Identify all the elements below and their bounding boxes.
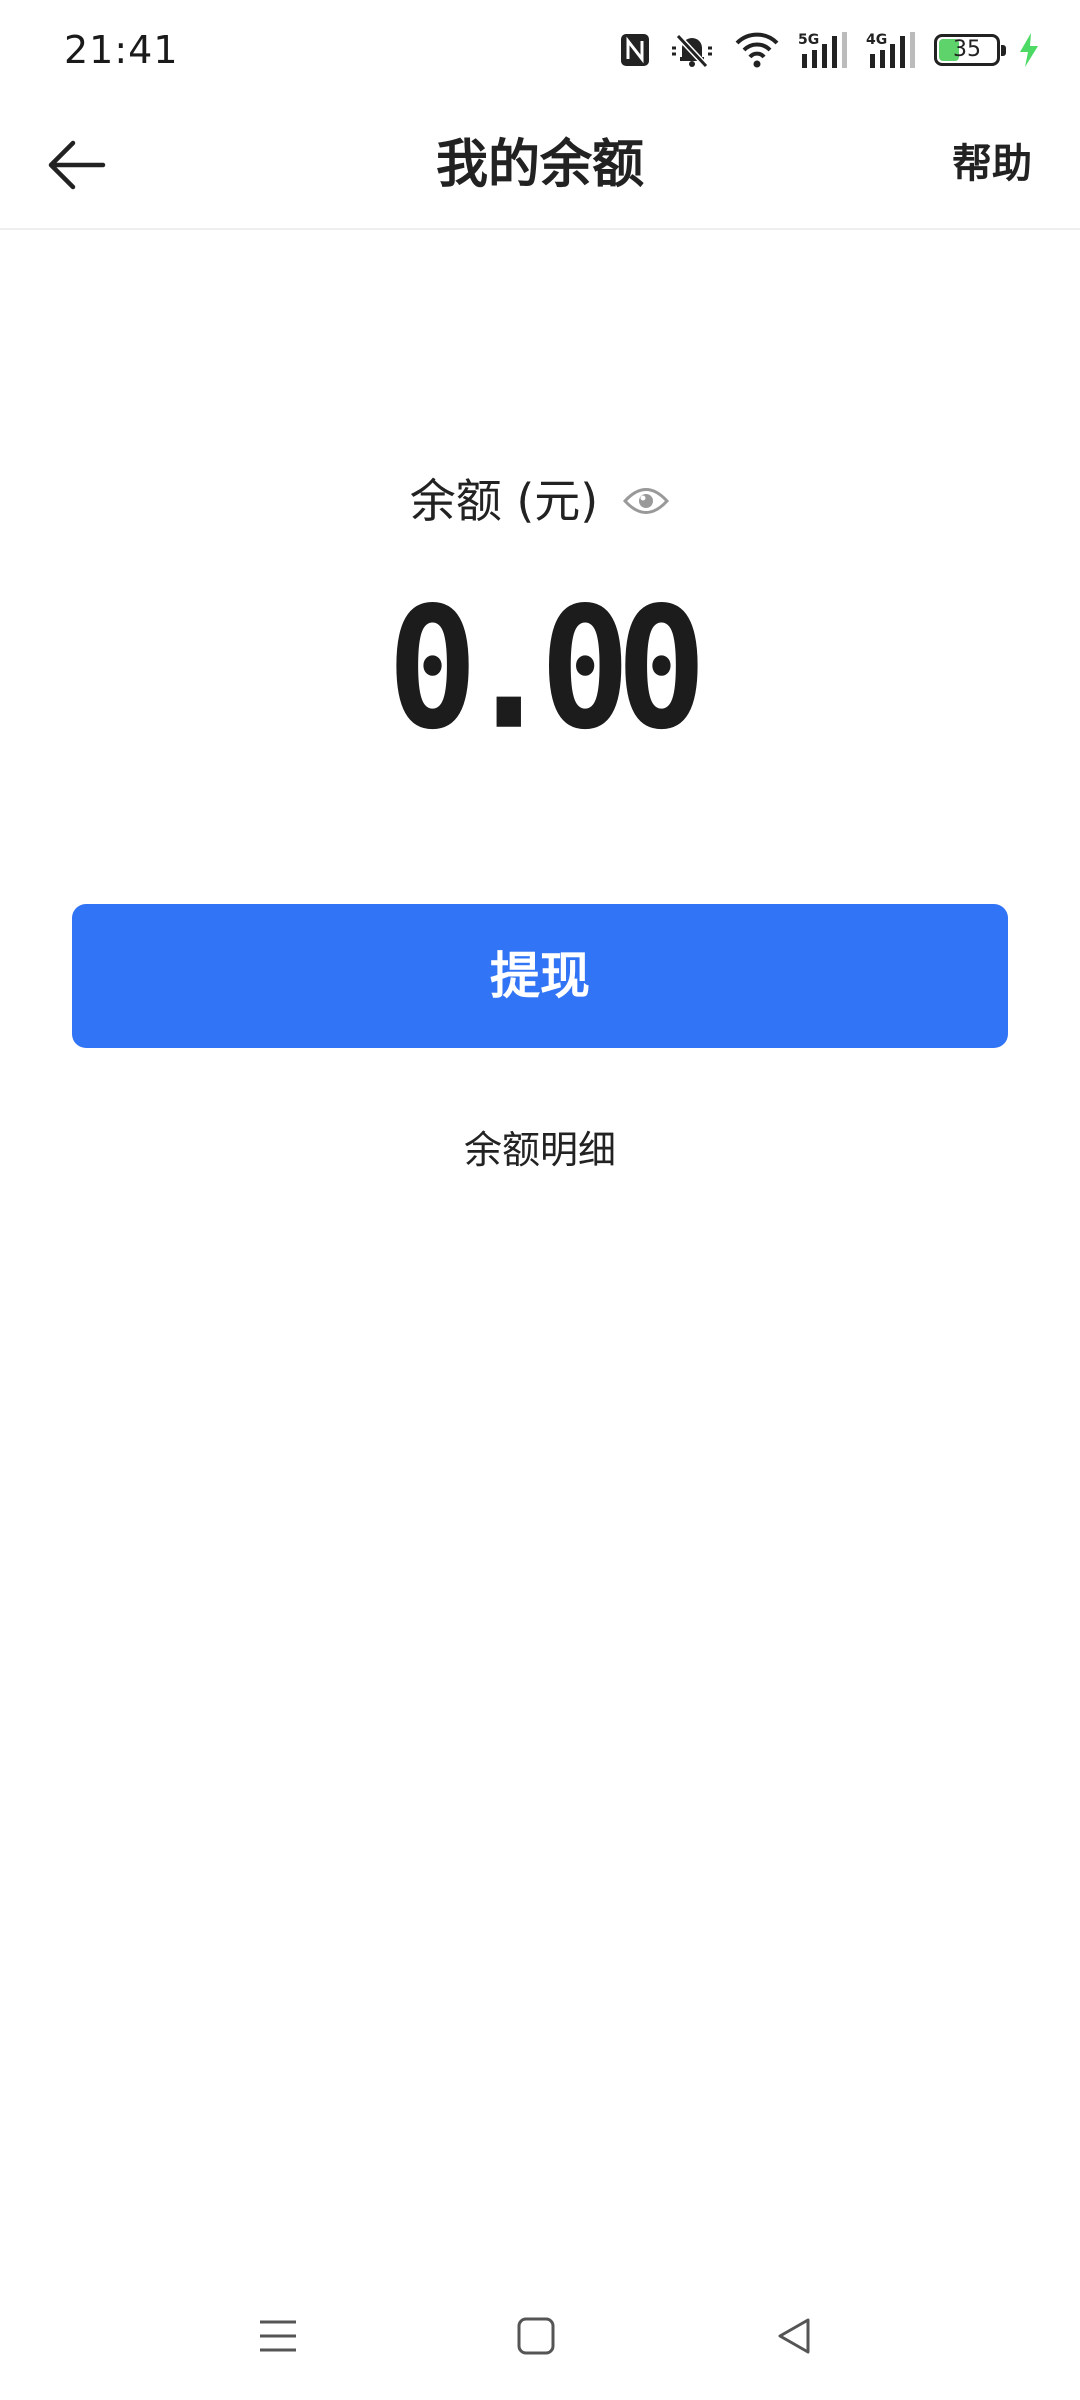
balance-amount: 0.00 [387,572,706,768]
nav-menu-button[interactable] [238,2304,318,2368]
balance-label-row: 余额 (元) [0,466,1080,536]
wifi-icon [734,31,780,69]
back-triangle-icon [778,2318,810,2354]
signal-5g-icon: 5G [798,30,848,70]
nav-home-button[interactable] [496,2304,576,2368]
signal-4g-label: 4G [866,32,887,48]
mute-icon [668,30,716,70]
withdraw-button[interactable]: 提现 [72,904,1008,1048]
system-nav-bar [0,2290,1080,2380]
battery-level: 35 [953,37,981,62]
battery-cap [1001,45,1006,56]
top-app-bar: 我的余额 帮助 [0,100,1080,230]
nfc-icon [620,33,650,67]
charging-icon [1018,32,1040,68]
balance-details-link[interactable]: 余额明细 [0,1120,1080,1180]
menu-icon [260,2320,296,2352]
page-title: 我的余额 [435,135,644,195]
status-bar: 21:41 5G 4G 35 [0,0,1080,100]
eye-icon[interactable] [622,484,670,518]
help-link[interactable]: 帮助 [952,134,1032,194]
home-square-icon [517,2317,555,2355]
balance-label: 余额 (元) [409,474,599,528]
signal-5g-label: 5G [798,32,819,48]
nav-back-button[interactable] [754,2304,834,2368]
battery-icon: 35 [934,34,1006,66]
balance-screen: 21:41 5G 4G 35 我的余额 帮助 余额 (元) 0.00 提现 余额… [0,0,1080,2400]
signal-4g-icon: 4G [866,30,916,70]
status-time: 21:41 [64,28,179,72]
status-icons: 5G 4G 35 [620,28,1040,72]
